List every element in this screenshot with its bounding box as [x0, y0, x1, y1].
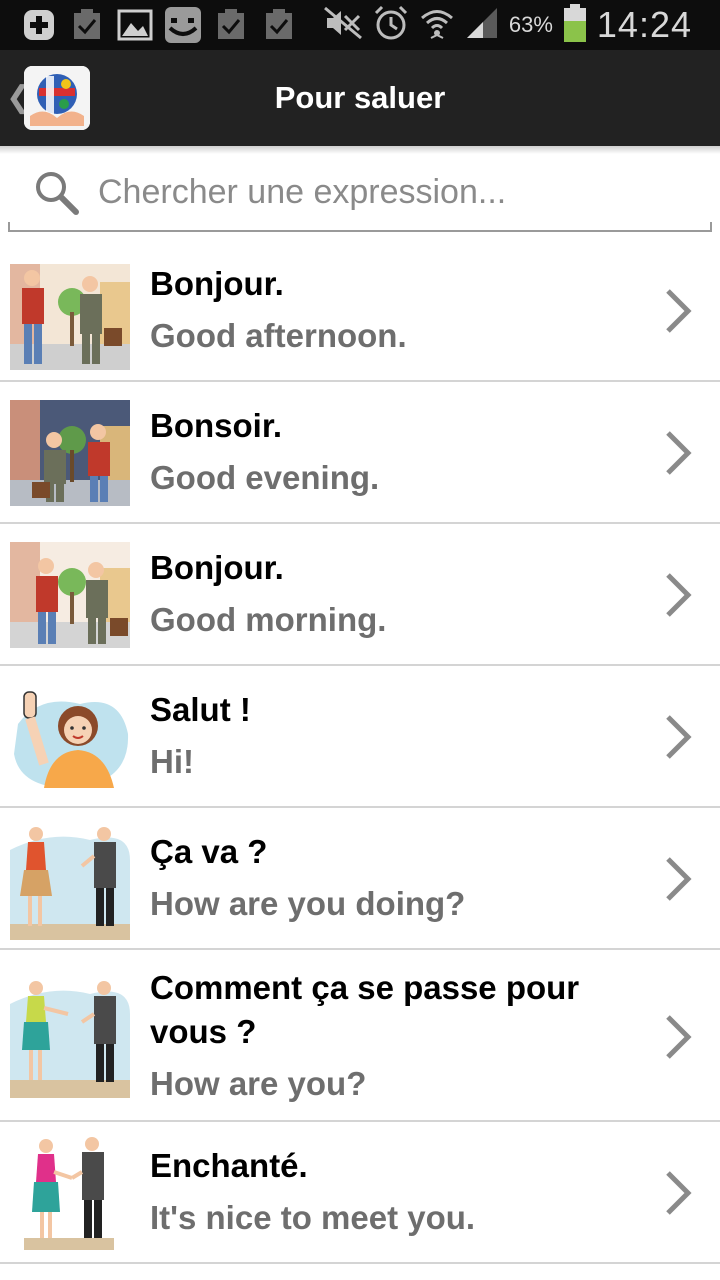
- chevron-right-icon: [666, 1171, 692, 1215]
- action-bar: ❮ Pour saluer: [0, 50, 720, 146]
- phrase-french: Salut !: [150, 691, 251, 728]
- list-item[interactable]: Bonsoir. Good evening.: [0, 382, 720, 524]
- greeting-illustration: [10, 400, 130, 506]
- list-item[interactable]: Ça va ? How are you doing?: [0, 808, 720, 950]
- signal-icon: [465, 6, 499, 45]
- phrase-list: Bonjour. Good afternoon. Bonsoir. Good e…: [0, 240, 720, 1264]
- phrase-english: Good afternoon.: [150, 317, 407, 354]
- handshake-illustration: [10, 1132, 130, 1252]
- system-icons: 63% 14:24: [323, 3, 692, 48]
- phrase-texts: Bonjour. Good afternoon.: [150, 262, 650, 358]
- list-item[interactable]: Enchanté. It's nice to meet you.: [0, 1122, 720, 1264]
- search-bar: [8, 154, 712, 232]
- phrase-texts: Ça va ? How are you doing?: [150, 830, 650, 926]
- list-item[interactable]: Bonjour. Good afternoon.: [0, 240, 720, 382]
- notification-icons: [20, 7, 298, 43]
- chevron-right-icon: [666, 431, 692, 475]
- list-item[interactable]: Comment ça se passe pour vous ? How are …: [0, 950, 720, 1122]
- phrase-french: Bonjour.: [150, 265, 284, 302]
- phrase-french: Enchanté.: [150, 1147, 308, 1184]
- checkbox-icon: [212, 7, 250, 43]
- page-title: Pour saluer: [274, 80, 446, 115]
- messenger-icon: [164, 7, 202, 43]
- list-item[interactable]: Salut ! Hi!: [0, 666, 720, 808]
- phrase-french: Ça va ?: [150, 833, 268, 870]
- action-bar-shadow: [0, 146, 720, 154]
- conversation-illustration: [10, 820, 130, 940]
- chevron-right-icon: [666, 1015, 692, 1059]
- wifi-icon: [419, 5, 455, 46]
- checkbox-icon: [68, 7, 106, 43]
- phrase-french: Comment ça se passe pour vous ?: [150, 969, 580, 1050]
- chevron-right-icon: [666, 573, 692, 617]
- list-item[interactable]: Bonjour. Good morning.: [0, 524, 720, 666]
- chevron-right-icon: [666, 715, 692, 759]
- conversation-illustration: [10, 974, 130, 1098]
- add-icon: [20, 7, 58, 43]
- phrase-french: Bonsoir.: [150, 407, 283, 444]
- greeting-illustration: [10, 684, 130, 790]
- phrase-english: Good evening.: [150, 459, 380, 496]
- phrase-english: How are you?: [150, 1065, 367, 1102]
- phrase-texts: Enchanté. It's nice to meet you.: [150, 1144, 650, 1240]
- phrase-texts: Salut ! Hi!: [150, 688, 650, 784]
- search-icon[interactable]: [32, 168, 80, 221]
- checkbox-icon: [260, 7, 298, 43]
- phrase-english: Good morning.: [150, 601, 387, 638]
- phrase-french: Bonjour.: [150, 549, 284, 586]
- image-icon: [116, 7, 154, 43]
- phrase-texts: Bonsoir. Good evening.: [150, 404, 650, 500]
- greeting-illustration: [10, 264, 130, 370]
- mute-icon: [323, 6, 363, 45]
- battery-percent: 63%: [508, 12, 553, 37]
- phrase-english: Hi!: [150, 743, 194, 780]
- phrase-texts: Bonjour. Good morning.: [150, 546, 650, 642]
- phrase-texts: Comment ça se passe pour vous ? How are …: [150, 966, 650, 1106]
- greeting-illustration: [10, 542, 130, 648]
- phrase-english: It's nice to meet you.: [150, 1199, 476, 1236]
- alarm-icon: [373, 5, 409, 46]
- battery-icon: [563, 3, 587, 48]
- search-underline: [8, 222, 712, 232]
- clock: 14:24: [596, 4, 692, 45]
- search-input[interactable]: [98, 170, 678, 214]
- chevron-right-icon: [666, 857, 692, 901]
- status-bar: 63% 14:24: [0, 0, 720, 50]
- chevron-right-icon: [666, 289, 692, 333]
- phrase-english: How are you doing?: [150, 885, 466, 922]
